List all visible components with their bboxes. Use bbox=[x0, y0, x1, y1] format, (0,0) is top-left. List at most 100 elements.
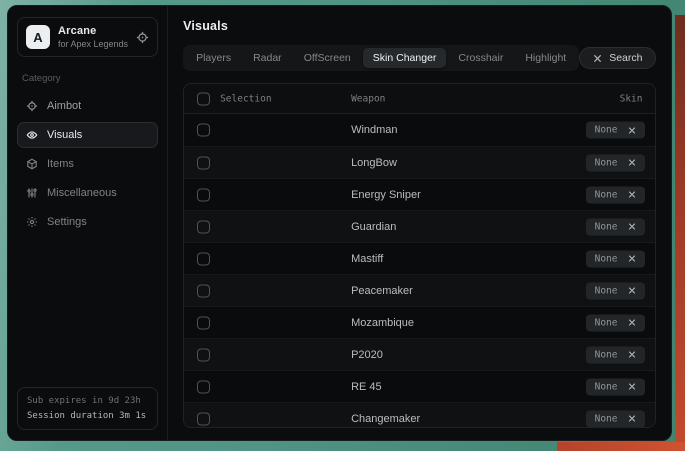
search-button-label: Search bbox=[609, 52, 642, 64]
weapon-name: P2020 bbox=[351, 349, 383, 361]
target-icon[interactable] bbox=[136, 31, 149, 44]
sidebar-item-items[interactable]: Items bbox=[17, 151, 158, 177]
skin-badge[interactable]: None bbox=[586, 410, 646, 427]
table-row: RE 45 None bbox=[184, 370, 655, 402]
clear-skin-icon[interactable] bbox=[628, 351, 636, 359]
app-subtitle: for Apex Legends bbox=[58, 39, 128, 49]
sidebar-nav: Aimbot Visuals Items Miscellaneous Setti… bbox=[17, 93, 158, 235]
weapon-name: Mozambique bbox=[351, 317, 414, 329]
sidebar-item-miscellaneous[interactable]: Miscellaneous bbox=[17, 180, 158, 206]
weapon-name: Energy Sniper bbox=[351, 189, 421, 201]
desktop-red-strip bbox=[675, 15, 685, 451]
row-checkbox[interactable] bbox=[197, 284, 210, 297]
subscription-card: Sub expires in 9d 23h Session duration 3… bbox=[17, 387, 158, 430]
skin-value: None bbox=[595, 317, 618, 328]
table-row: Energy Sniper None bbox=[184, 178, 655, 210]
skin-badge[interactable]: None bbox=[586, 218, 646, 235]
skin-value: None bbox=[595, 253, 618, 264]
clear-skin-icon[interactable] bbox=[628, 126, 636, 134]
skin-changer-table: Selection Weapon Skin Windman None LongB… bbox=[183, 83, 656, 428]
clear-skin-icon[interactable] bbox=[628, 287, 636, 295]
select-all-checkbox[interactable] bbox=[197, 92, 210, 105]
app-logo: A bbox=[26, 25, 50, 49]
search-icon bbox=[593, 54, 602, 63]
weapon-name: RE 45 bbox=[351, 381, 382, 393]
search-button[interactable]: Search bbox=[579, 47, 656, 69]
table-row: Changemaker None bbox=[184, 402, 655, 428]
app-name: Arcane bbox=[58, 25, 128, 37]
row-checkbox[interactable] bbox=[197, 188, 210, 201]
tab-radar[interactable]: Radar bbox=[243, 48, 292, 68]
app-window: A Arcane for Apex Legends Category Aimbo… bbox=[7, 5, 672, 441]
toolbar: Players Radar OffScreen Skin Changer Cro… bbox=[183, 45, 656, 71]
tab-skin-changer[interactable]: Skin Changer bbox=[363, 48, 447, 68]
tab-highlight[interactable]: Highlight bbox=[515, 48, 576, 68]
skin-badge[interactable]: None bbox=[586, 378, 646, 395]
weapon-name: LongBow bbox=[351, 157, 397, 169]
sidebar-item-visuals[interactable]: Visuals bbox=[17, 122, 158, 148]
sidebar-item-settings[interactable]: Settings bbox=[17, 209, 158, 235]
skin-value: None bbox=[595, 349, 618, 360]
sidebar-item-aimbot[interactable]: Aimbot bbox=[17, 93, 158, 119]
clear-skin-icon[interactable] bbox=[628, 159, 636, 167]
row-checkbox[interactable] bbox=[197, 156, 210, 169]
row-checkbox[interactable] bbox=[197, 220, 210, 233]
tab-players[interactable]: Players bbox=[186, 48, 241, 68]
tabs-bar: Players Radar OffScreen Skin Changer Cro… bbox=[183, 45, 579, 71]
weapon-name: Guardian bbox=[351, 221, 396, 233]
clear-skin-icon[interactable] bbox=[628, 191, 636, 199]
desktop-red-strip-bottom bbox=[557, 442, 685, 451]
row-checkbox[interactable] bbox=[197, 348, 210, 361]
skin-badge[interactable]: None bbox=[586, 122, 646, 139]
skin-value: None bbox=[595, 413, 618, 424]
clear-skin-icon[interactable] bbox=[628, 223, 636, 231]
column-header-skin: Skin bbox=[620, 93, 643, 104]
clear-skin-icon[interactable] bbox=[628, 255, 636, 263]
skin-badge[interactable]: None bbox=[586, 186, 646, 203]
category-label: Category bbox=[22, 73, 153, 84]
cube-icon bbox=[26, 158, 38, 170]
table-row: P2020 None bbox=[184, 338, 655, 370]
row-checkbox[interactable] bbox=[197, 380, 210, 393]
sub-expiry-text: Sub expires in 9d 23h bbox=[27, 396, 148, 406]
skin-value: None bbox=[595, 381, 618, 392]
tab-crosshair[interactable]: Crosshair bbox=[448, 48, 513, 68]
clear-skin-icon[interactable] bbox=[628, 415, 636, 423]
weapon-name: Changemaker bbox=[351, 413, 420, 425]
session-duration-text: Session duration 3m 1s bbox=[27, 411, 148, 421]
row-checkbox[interactable] bbox=[197, 252, 210, 265]
brand-card: A Arcane for Apex Legends bbox=[17, 17, 158, 57]
row-checkbox[interactable] bbox=[197, 316, 210, 329]
skin-badge[interactable]: None bbox=[586, 250, 646, 267]
sidebar-item-label: Settings bbox=[47, 216, 87, 228]
clear-skin-icon[interactable] bbox=[628, 383, 636, 391]
skin-value: None bbox=[595, 125, 618, 136]
main-panel: Visuals Players Radar OffScreen Skin Cha… bbox=[168, 6, 671, 440]
row-checkbox[interactable] bbox=[197, 412, 210, 425]
tab-offscreen[interactable]: OffScreen bbox=[294, 48, 361, 68]
skin-badge[interactable]: None bbox=[586, 346, 646, 363]
table-row: Mozambique None bbox=[184, 306, 655, 338]
desktop-background: A Arcane for Apex Legends Category Aimbo… bbox=[0, 0, 685, 451]
sliders-icon bbox=[26, 187, 38, 199]
skin-badge[interactable]: None bbox=[586, 154, 646, 171]
skin-value: None bbox=[595, 189, 618, 200]
weapon-name: Peacemaker bbox=[351, 285, 413, 297]
page-title: Visuals bbox=[183, 19, 656, 33]
table-row: Peacemaker None bbox=[184, 274, 655, 306]
table-row: LongBow None bbox=[184, 146, 655, 178]
table-row: Mastiff None bbox=[184, 242, 655, 274]
skin-badge[interactable]: None bbox=[586, 282, 646, 299]
table-row: Guardian None bbox=[184, 210, 655, 242]
skin-value: None bbox=[595, 285, 618, 296]
skin-value: None bbox=[595, 221, 618, 232]
row-checkbox[interactable] bbox=[197, 124, 210, 137]
eye-icon bbox=[26, 129, 38, 141]
clear-skin-icon[interactable] bbox=[628, 319, 636, 327]
sidebar-item-label: Visuals bbox=[47, 129, 82, 141]
sidebar-item-label: Aimbot bbox=[47, 100, 81, 112]
gear-icon bbox=[26, 216, 38, 228]
weapon-name: Mastiff bbox=[351, 253, 383, 265]
skin-badge[interactable]: None bbox=[586, 314, 646, 331]
table-body: Windman None LongBow None Energy Sniper … bbox=[184, 114, 655, 428]
